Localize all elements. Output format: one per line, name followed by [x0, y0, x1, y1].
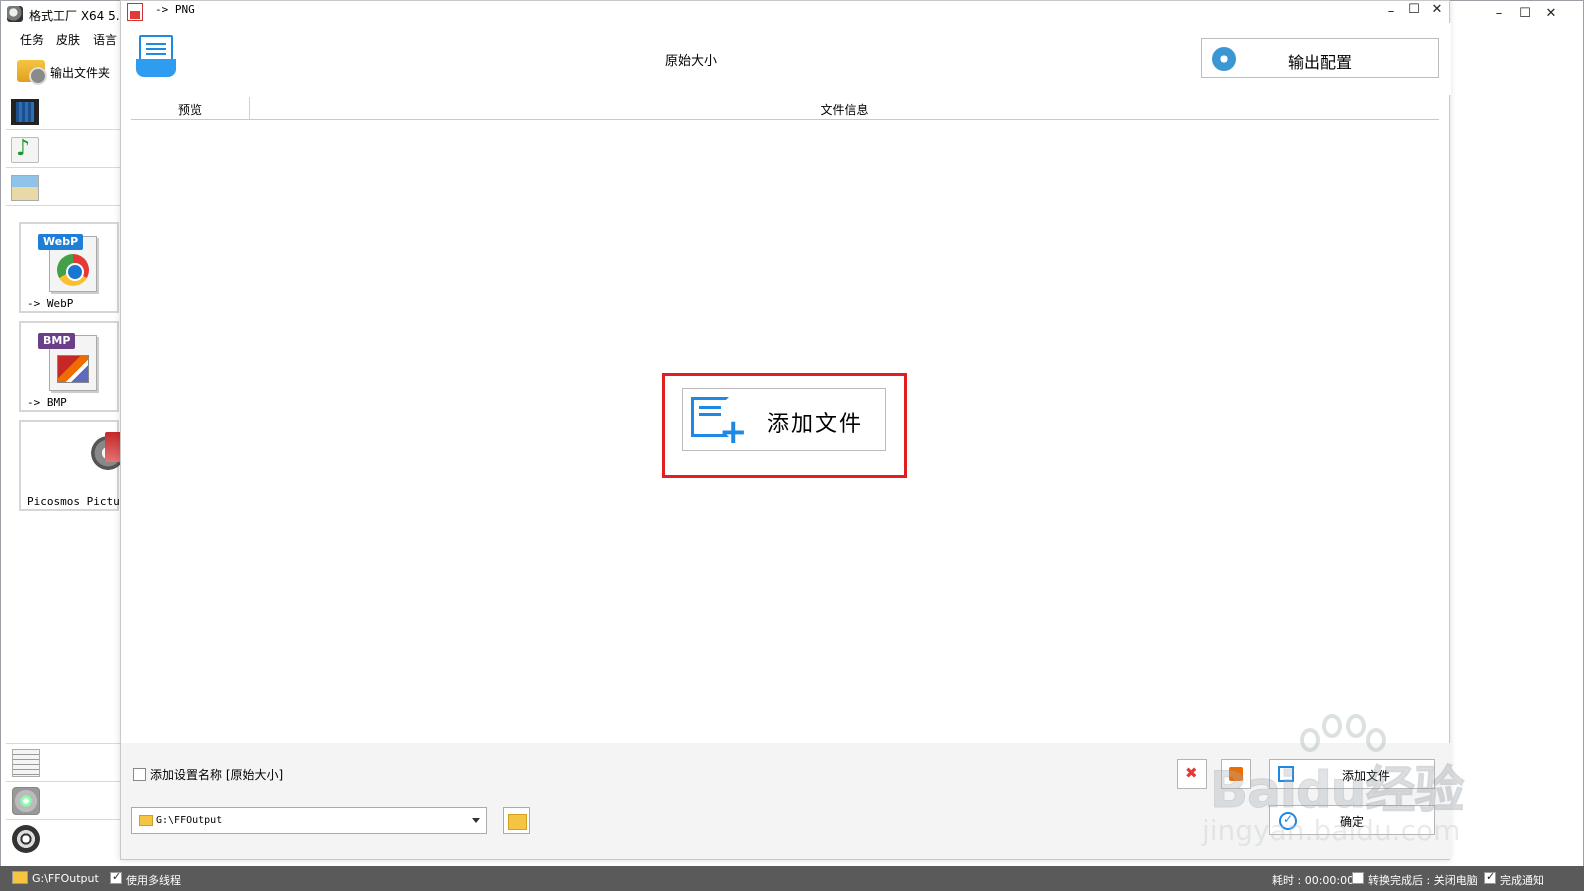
- browse-folder-button[interactable]: [503, 807, 530, 834]
- maximize-icon[interactable]: ☐: [1515, 5, 1535, 23]
- folder-gear-icon: [17, 60, 47, 85]
- output-config-button[interactable]: 输出配置: [1201, 38, 1439, 78]
- category-video[interactable]: [6, 93, 120, 130]
- column-preview[interactable]: 预览: [131, 101, 249, 118]
- add-file-button[interactable]: + 添加文件: [682, 388, 886, 451]
- plus-icon: +: [719, 412, 748, 452]
- dialog-maximize-icon[interactable]: ☐: [1404, 1, 1424, 19]
- watermark-url: jingyan.baidu.com: [1202, 814, 1461, 847]
- tool-to-webp[interactable]: WebP -> WebP: [19, 222, 119, 313]
- elapsed-time: 耗时 : 00:00:00: [1272, 874, 1355, 887]
- category-picture[interactable]: [6, 169, 120, 206]
- add-file-icon: +: [691, 397, 748, 449]
- film-reel-icon: [12, 825, 40, 853]
- main-toolbar: 输出文件夹: [1, 55, 131, 85]
- after-convert-checkbox[interactable]: [1352, 872, 1364, 884]
- output-config-label: 输出配置: [1287, 53, 1352, 72]
- bmp-badge: BMP: [38, 333, 76, 349]
- chevron-down-icon: [472, 818, 480, 823]
- tool-label: Picosmos Pictures: [27, 495, 119, 508]
- paint-image-icon: [57, 355, 89, 383]
- music-note-icon: [11, 136, 39, 163]
- statusbar: G:\FFOutput 使用多线程 耗时 : 00:00:00 转换完成后 : …: [0, 866, 1584, 891]
- output-path-value: G:\FFOutput: [156, 815, 223, 826]
- notify-label: 完成通知: [1500, 874, 1544, 887]
- landscape-picture-icon: [11, 175, 39, 201]
- webp-badge: WebP: [38, 234, 84, 250]
- dialog-toolbar: 原始大小 输出配置: [121, 23, 1451, 95]
- output-folder-label: 输出文件夹: [50, 66, 111, 80]
- add-setting-name-label: 添加设置名称 [原始大小]: [150, 768, 284, 782]
- menu-language[interactable]: 语言: [93, 31, 117, 48]
- menu-skin[interactable]: 皮肤: [56, 31, 80, 48]
- after-convert-label: 转换完成后 : 关闭电脑: [1368, 874, 1478, 887]
- tool-picosmos[interactable]: Picosmos Pictures: [19, 420, 125, 511]
- multithread-checkbox[interactable]: [110, 870, 122, 884]
- output-folder-button[interactable]: 输出文件夹: [17, 58, 117, 85]
- file-table-header: 预览 文件信息: [131, 95, 1439, 120]
- category-rom-device[interactable]: [6, 781, 120, 819]
- output-path-select[interactable]: G:\FFOutput: [131, 807, 487, 834]
- tool-label: -> WebP: [27, 297, 74, 310]
- category-utilities[interactable]: [6, 819, 120, 857]
- column-file-info[interactable]: 文件信息: [250, 101, 1439, 118]
- disc-icon: [12, 787, 40, 815]
- png-file-icon: [127, 3, 143, 21]
- watermark-text: Baidu经验: [1209, 761, 1464, 820]
- multithread-label: 使用多线程: [126, 874, 181, 887]
- minimize-icon[interactable]: –: [1489, 5, 1509, 23]
- film-strip-icon: [11, 99, 39, 125]
- dialog-heading: 原始大小: [664, 54, 717, 69]
- folder-icon[interactable]: [12, 871, 28, 884]
- folder-icon: [139, 815, 153, 826]
- dialog-title: -> PNG: [155, 3, 195, 16]
- notify-checkbox[interactable]: [1484, 870, 1496, 884]
- dialog-minimize-icon[interactable]: –: [1381, 3, 1401, 21]
- main-menubar: 任务 皮肤 语言: [1, 27, 131, 49]
- category-audio[interactable]: [6, 131, 120, 168]
- dialog-close-icon[interactable]: ✕: [1427, 1, 1447, 19]
- app-logo-icon: [7, 6, 23, 22]
- tool-to-bmp[interactable]: BMP -> BMP: [19, 321, 119, 412]
- add-setting-name-checkbox[interactable]: [133, 768, 146, 781]
- menu-task[interactable]: 任务: [20, 31, 44, 48]
- close-icon[interactable]: ✕: [1541, 5, 1561, 23]
- tool-label: -> BMP: [27, 396, 67, 409]
- baidu-watermark: Baidu经验 jingyan.baidu.com: [1190, 710, 1500, 860]
- status-output-path[interactable]: G:\FFOutput: [32, 872, 99, 885]
- add-file-label: 添加文件: [767, 412, 864, 437]
- category-document[interactable]: [6, 743, 120, 781]
- chrome-browser-icon: [57, 254, 89, 286]
- document-edit-icon: [12, 749, 40, 777]
